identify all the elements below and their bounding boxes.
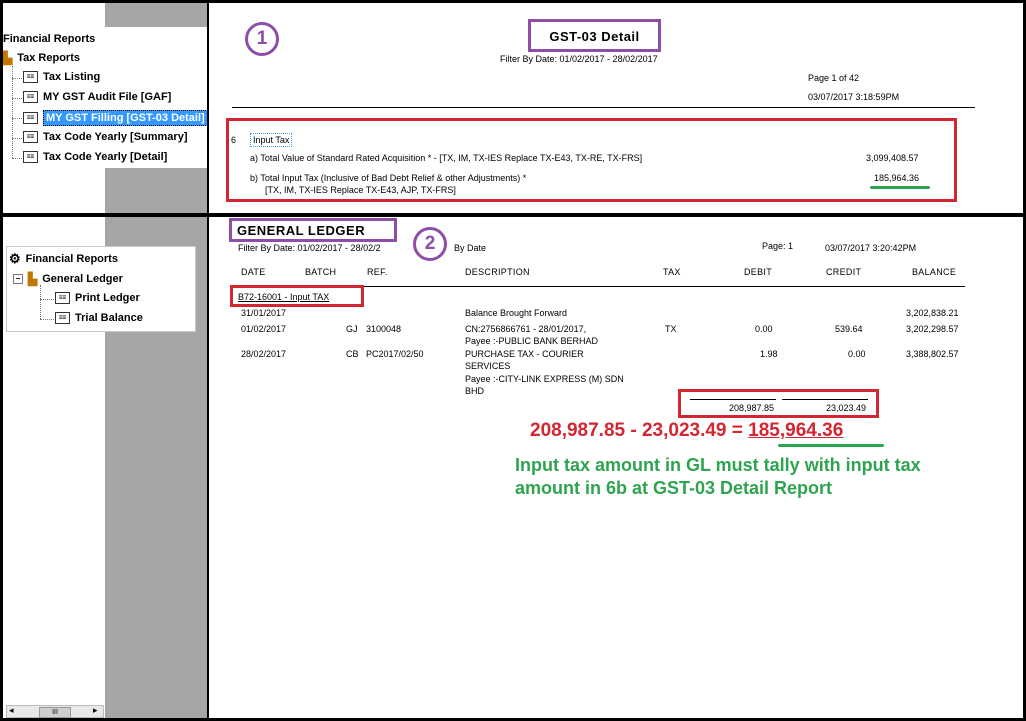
outer-frame (0, 0, 1026, 721)
